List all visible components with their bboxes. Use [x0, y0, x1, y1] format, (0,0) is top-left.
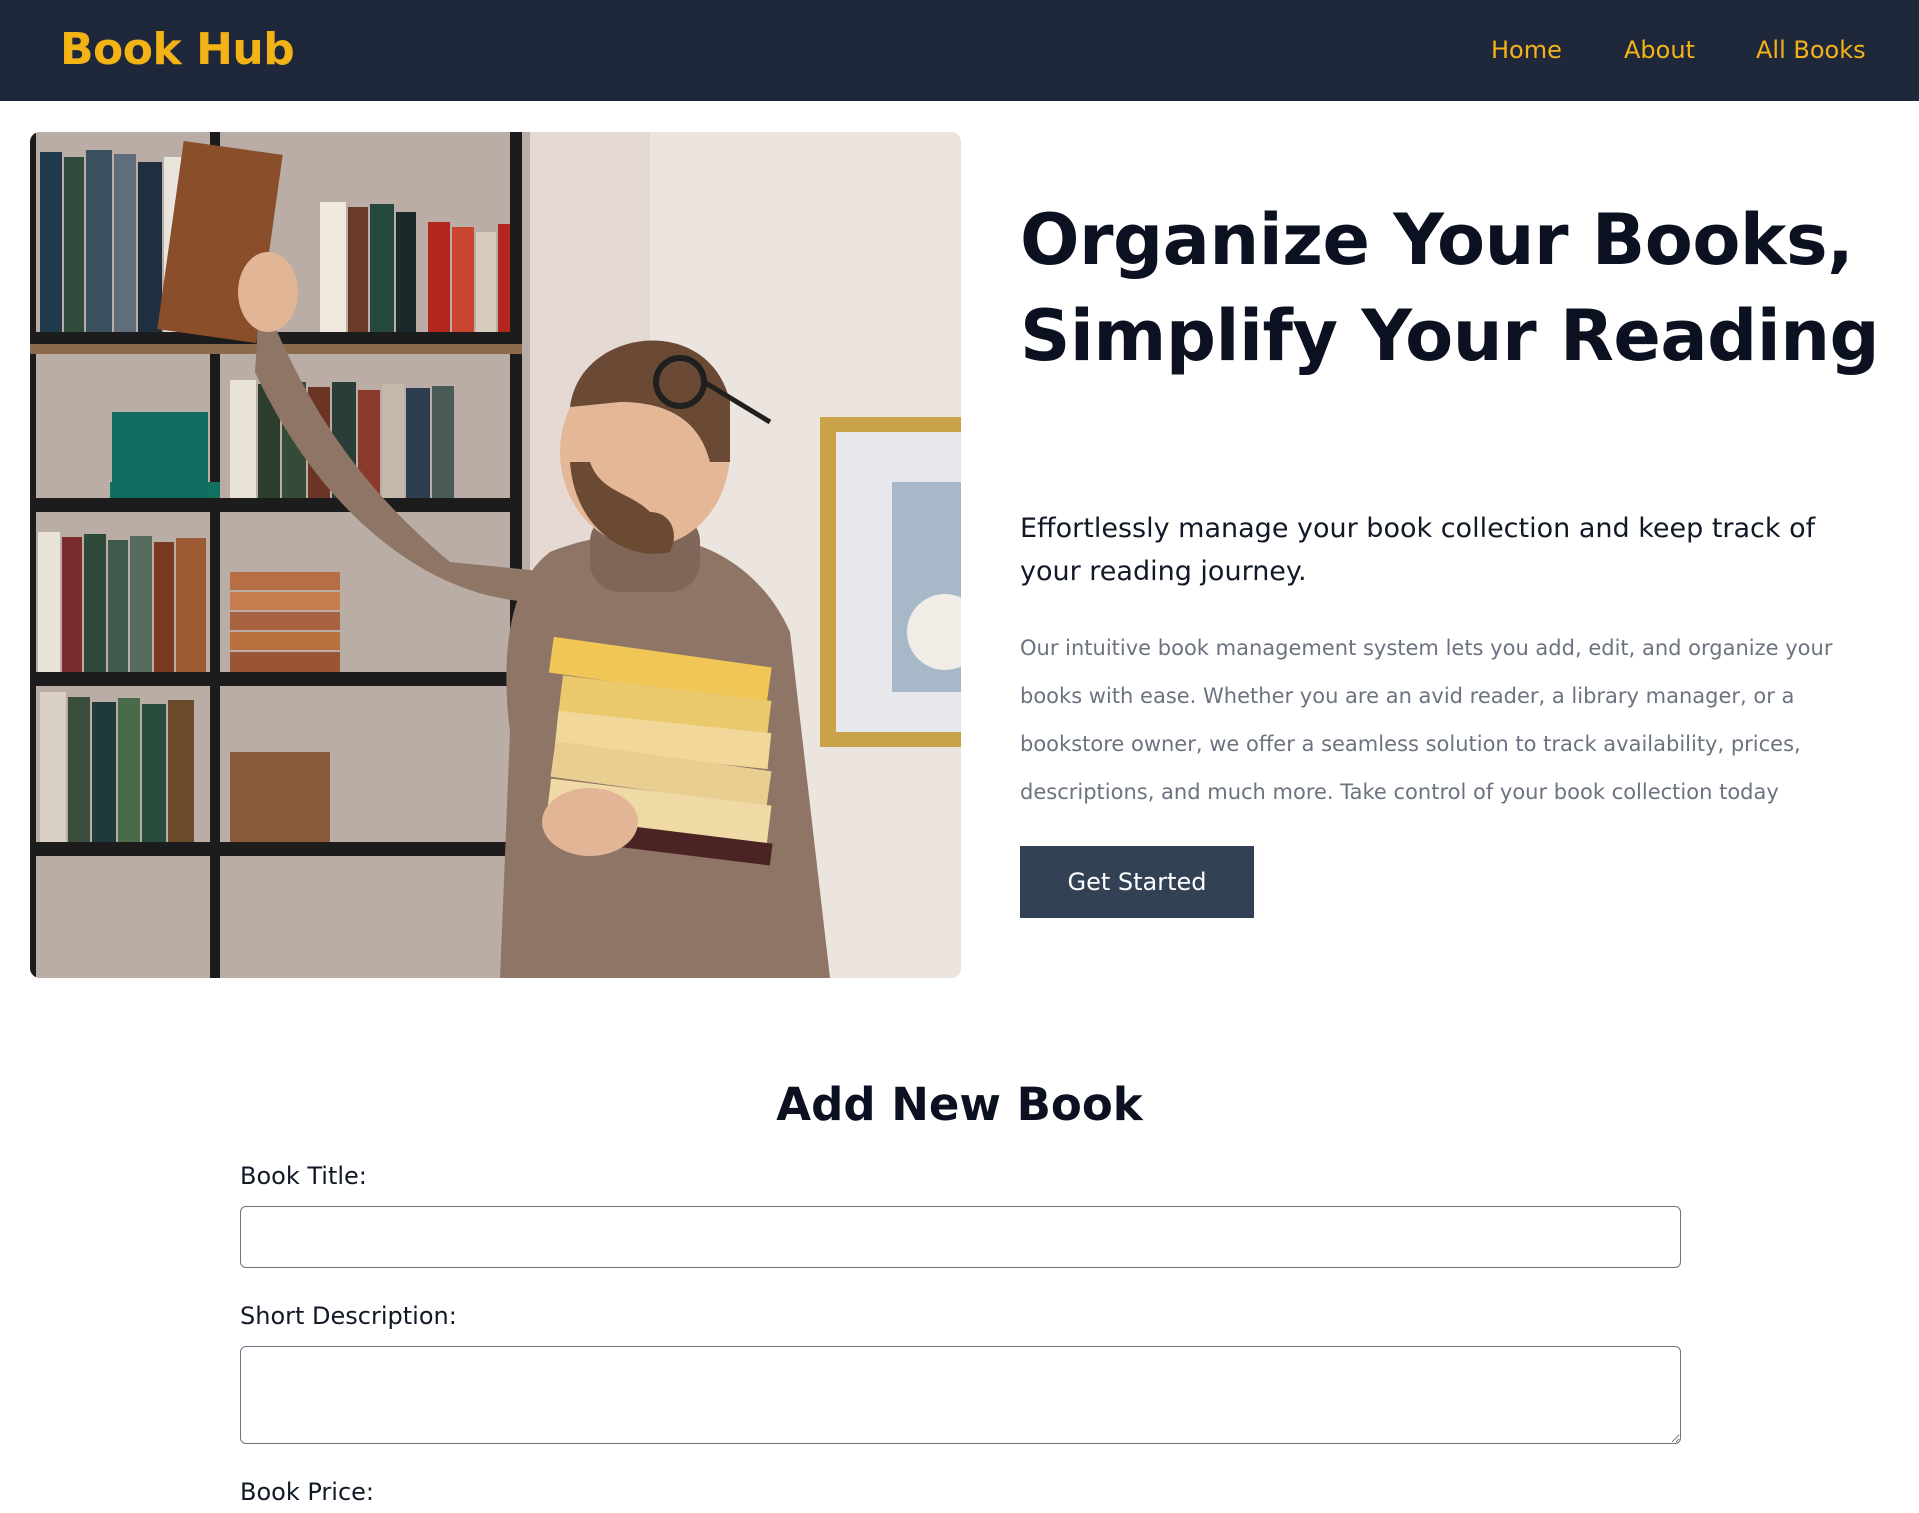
book-price-label: Book Price: — [240, 1478, 374, 1506]
page-root: Book Hub Home About All Books Organize Y… — [0, 0, 1919, 1513]
man-reaching-bookshelf-photo — [30, 132, 961, 978]
hero-title: Organize Your Books, Simplify Your Readi… — [1020, 199, 1880, 377]
short-description-label: Short Description: — [240, 1302, 457, 1330]
nav-link-all-books[interactable]: All Books — [1756, 34, 1866, 66]
brand-logo[interactable]: Book Hub — [60, 24, 295, 76]
hero-description: Our intuitive book management system let… — [1020, 636, 1833, 804]
nav-link-home[interactable]: Home — [1491, 34, 1562, 66]
get-started-button[interactable]: Get Started — [1020, 846, 1254, 918]
nav-link-about[interactable]: About — [1624, 34, 1695, 66]
hero-subtitle: Effortlessly manage your book collection… — [1020, 513, 1816, 587]
navbar: Book Hub Home About All Books — [0, 0, 1919, 101]
book-title-input[interactable] — [240, 1206, 1681, 1268]
hero-image — [30, 132, 961, 978]
book-title-label: Book Title: — [240, 1162, 367, 1190]
short-description-textarea[interactable] — [240, 1346, 1681, 1444]
add-book-heading: Add New Book — [776, 1078, 1143, 1131]
